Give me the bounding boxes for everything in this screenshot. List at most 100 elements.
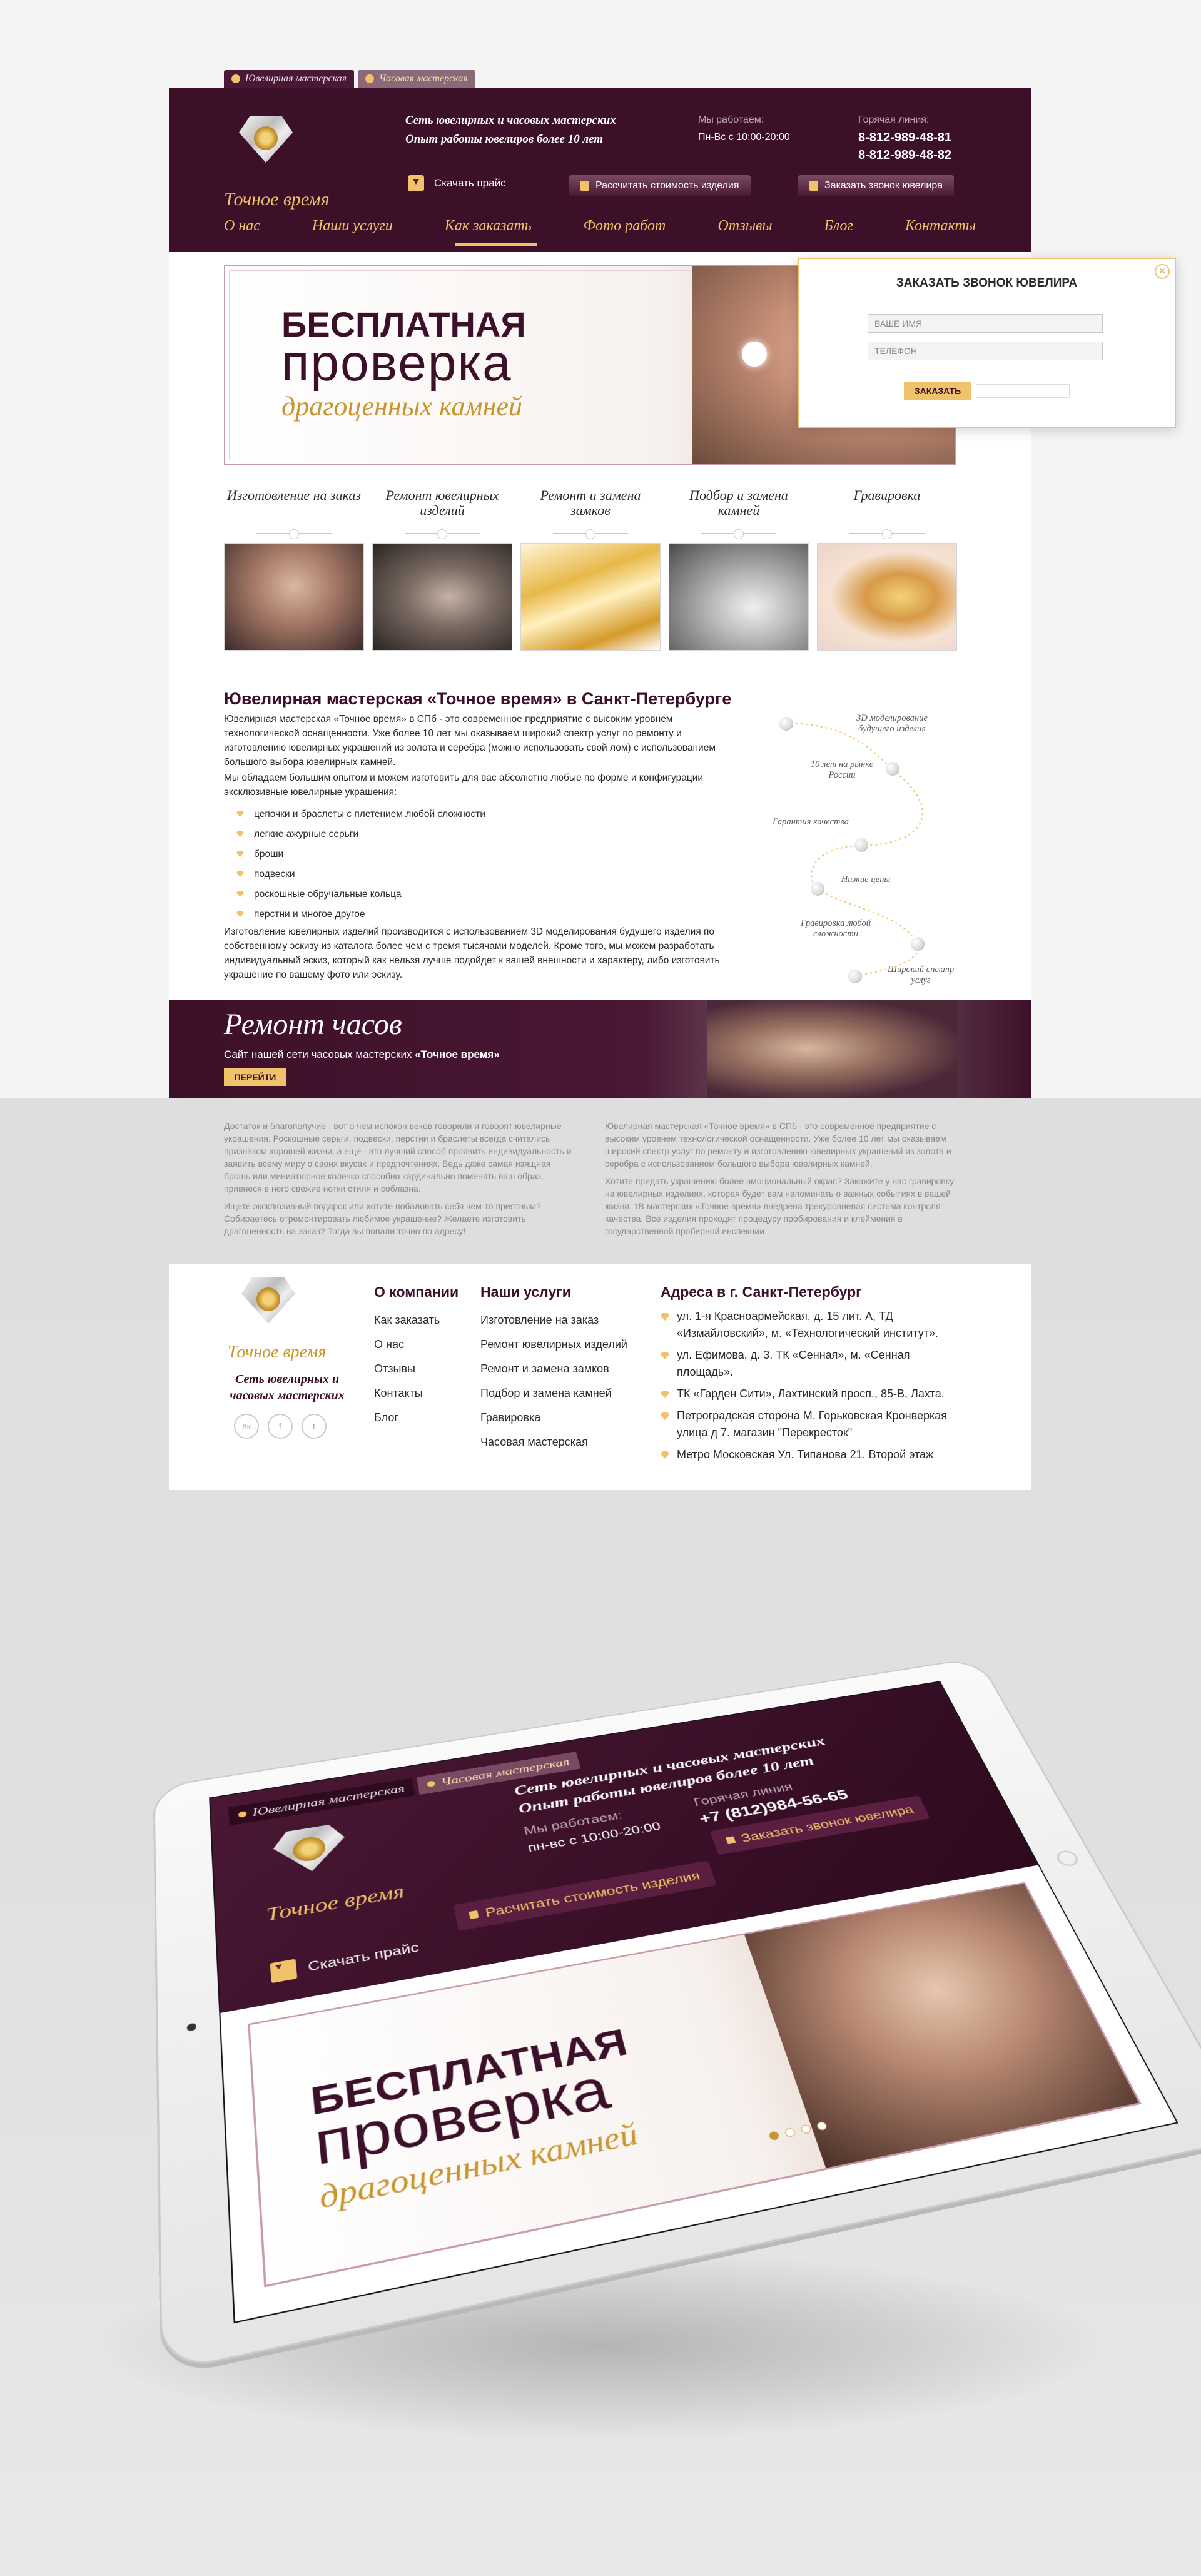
nav-item-blog[interactable]: Блог	[824, 218, 853, 235]
social-links: вк f t	[234, 1414, 327, 1439]
service-card[interactable]: Ремонт ювелирных изделий	[372, 488, 512, 651]
nav-item-how-to-order[interactable]: Как заказать	[445, 218, 532, 235]
timeline-label: Широкий спектр услуг	[887, 965, 955, 985]
footer-link[interactable]: Контакты	[374, 1381, 459, 1406]
timeline-label: Гравировка любой сложности	[801, 918, 871, 939]
order-call-label: Заказать звонок ювелира	[824, 180, 943, 191]
ornament-divider	[224, 527, 364, 540]
phone-2[interactable]: 8-812-989-48-82	[858, 146, 951, 164]
footer-link[interactable]: Изготовление на заказ	[480, 1308, 627, 1332]
download-price-button[interactable]: Скачать прайс	[408, 175, 506, 191]
logo-gear-icon	[254, 126, 278, 150]
work-hours-value: Пн-Вс с 10:00-20:00	[698, 132, 790, 143]
nav-item-about[interactable]: О нас	[224, 218, 260, 235]
slider-dot	[784, 2127, 796, 2138]
ornament-divider	[520, 527, 661, 540]
calculator-icon	[580, 181, 589, 191]
pearl-icon	[911, 937, 925, 951]
service-card[interactable]: Ремонт и замена замков	[520, 488, 661, 651]
name-input[interactable]: ВАШЕ ИМЯ	[868, 314, 1103, 333]
callback-popup: × ЗАКАЗАТЬ ЗВОНОК ЮВЕЛИРА ВАШЕ ИМЯ ТЕЛЕФ…	[798, 258, 1176, 428]
address-item: ТК «Гарден Сити», Лахтинский просп., 85-…	[661, 1386, 967, 1402]
footer-link[interactable]: Часовая мастерская	[480, 1430, 627, 1454]
service-image	[520, 543, 661, 651]
site-switcher-tabs: Ювелирная мастерская Часовая мастерская	[224, 70, 475, 88]
footer-logo[interactable]: Точное время	[226, 1275, 326, 1362]
tablet-download-label: Скачать прайс	[307, 1939, 420, 1974]
pearl-icon	[811, 882, 824, 896]
footer-logo-text: Точное время	[228, 1342, 327, 1362]
phone-input[interactable]: ТЕЛЕФОН	[868, 342, 1103, 360]
work-hours-label: Мы работаем:	[698, 114, 764, 125]
footer-link[interactable]: Отзывы	[374, 1357, 459, 1381]
service-card[interactable]: Изготовление на заказ	[224, 488, 364, 651]
tab-watch-workshop[interactable]: Часовая мастерская	[358, 70, 475, 88]
service-image	[817, 543, 957, 651]
hotline: Горячая линия: 8-812-989-48-81 8-812-989…	[858, 111, 951, 164]
footer-link[interactable]: Подбор и замена камней	[480, 1381, 627, 1406]
go-to-watch-site-button[interactable]: ПЕРЕЙТИ	[224, 1068, 286, 1086]
footer-link[interactable]: Как заказать	[374, 1308, 459, 1332]
tagline-line-1: Сеть ювелирных и часовых мастерских	[405, 114, 616, 127]
footer-link[interactable]: Ремонт и замена замков	[480, 1357, 627, 1381]
footer-link[interactable]: Блог	[374, 1406, 459, 1430]
list-item: цепочки и браслеты с плетением любой сло…	[236, 804, 485, 824]
ornament-divider	[669, 527, 809, 540]
banner-line-3: драгоценных камней	[281, 391, 522, 422]
address-list: ул. 1-я Красноармейская, д. 15 лит. А, Т…	[661, 1308, 967, 1463]
calculator-icon	[469, 1910, 479, 1920]
logo[interactable]: Точное время	[224, 114, 330, 210]
clock-icon	[365, 74, 375, 83]
vk-icon[interactable]: вк	[234, 1414, 259, 1439]
pearl-icon	[848, 970, 862, 983]
footer-link[interactable]: О нас	[374, 1332, 459, 1357]
timeline-label: Гарантия качества	[773, 817, 849, 827]
twitter-icon[interactable]: t	[302, 1414, 327, 1439]
footer-company-column: О компании Как заказать О нас Отзывы Кон…	[374, 1284, 459, 1430]
gem-icon	[238, 1810, 247, 1818]
address-item: Петроградская сторона М. Горьковская Кро…	[661, 1407, 967, 1441]
timeline-label: 10 лет на рынке России	[810, 759, 874, 780]
phone-icon	[809, 181, 818, 191]
address-item: ул. 1-я Красноармейская, д. 15 лит. А, Т…	[661, 1308, 967, 1342]
calculate-cost-label: Рассчитать стоимость изделия	[595, 180, 739, 191]
about-paragraph-3: Изготовление ювелирных изделий производи…	[224, 926, 720, 980]
nav-item-services[interactable]: Наши услуги	[312, 218, 393, 235]
service-title: Подбор и замена камней	[689, 487, 788, 518]
nav-item-contacts[interactable]: Контакты	[905, 218, 976, 235]
address-item: Метро Московская Ул. Типанова 21. Второй…	[661, 1446, 967, 1463]
phone-1[interactable]: 8-812-989-48-81	[858, 129, 951, 146]
service-title: Гравировка	[853, 487, 921, 503]
watch-subtitle-name: «Точное время»	[415, 1048, 500, 1060]
seo-paragraph: Ищете эксклюзивный подарок или хотите по…	[224, 1201, 541, 1236]
order-call-button[interactable]: Заказать звонок ювелира	[798, 175, 955, 196]
slider-dot	[799, 2124, 813, 2134]
clock-icon	[427, 1780, 436, 1788]
tablet-logo-text: Точное время	[265, 1880, 406, 1925]
seo-text-right: Ювелирная мастерская «Точное время» в СП…	[605, 1120, 960, 1237]
logo-gear-icon	[256, 1287, 280, 1311]
footer-link[interactable]: Гравировка	[480, 1406, 627, 1430]
popup-title: ЗАКАЗАТЬ ЗВОНОК ЮВЕЛИРА	[896, 276, 1078, 290]
watch-subtitle-text: Сайт нашей сети часовых мастерских	[224, 1048, 415, 1060]
site-footer: Точное время Сеть ювелирных и часовых ма…	[169, 1264, 1031, 1490]
seo-paragraph: Хотите придать украшению более эмоционал…	[605, 1176, 954, 1236]
service-image	[224, 543, 364, 651]
tablet-download-price: Скачать прайс	[270, 1937, 420, 1984]
nav-item-photos[interactable]: Фото работ	[584, 218, 666, 235]
work-hours: Мы работаем: Пн-Вс с 10:00-20:00	[698, 111, 790, 146]
service-card[interactable]: Гравировка	[817, 488, 957, 651]
popup-submit-button[interactable]: ЗАКАЗАТЬ	[904, 382, 971, 400]
tab-jewelry-workshop[interactable]: Ювелирная мастерская	[224, 70, 355, 88]
calculate-cost-button[interactable]: Рассчитать стоимость изделия	[569, 175, 751, 196]
slider-dot	[768, 2131, 781, 2141]
list-item: легкие ажурные серьги	[236, 824, 485, 844]
facebook-icon[interactable]: f	[268, 1414, 293, 1439]
logo-text: Точное время	[224, 189, 330, 210]
footer-link[interactable]: Ремонт ювелирных изделий	[480, 1332, 627, 1357]
footer-company-title: О компании	[374, 1284, 459, 1300]
nav-item-reviews[interactable]: Отзывы	[717, 218, 772, 235]
seo-paragraph: Ювелирная мастерская «Точное время» в СП…	[605, 1121, 951, 1169]
service-card[interactable]: Подбор и замена камней	[669, 488, 809, 651]
about-paragraph-1: Ювелирная мастерская «Точное время» в СП…	[224, 714, 716, 768]
